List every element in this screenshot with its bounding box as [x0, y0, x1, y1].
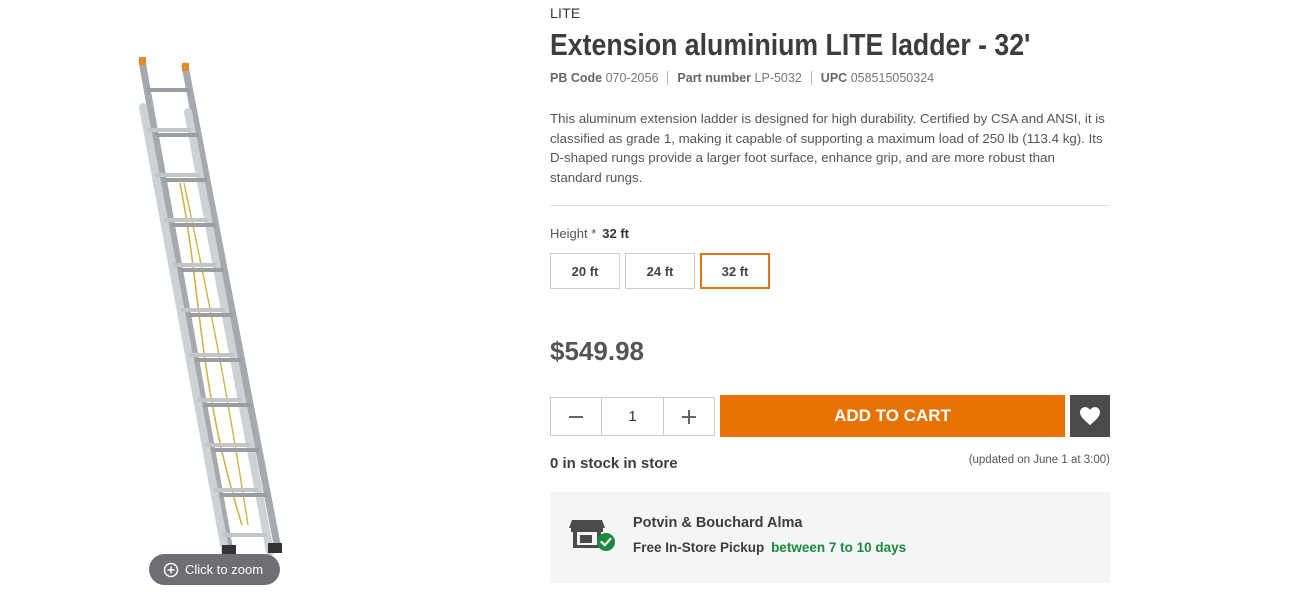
brand-name: LITE [550, 5, 581, 21]
zoom-label: Click to zoom [185, 562, 264, 577]
size-option-32ft[interactable]: 32 ft [700, 253, 770, 289]
decrease-quantity-button[interactable] [551, 398, 601, 435]
height-option-label: Height * 32 ft [550, 226, 629, 241]
product-title: Extension aluminium LITE ladder - 32' [550, 27, 1031, 62]
stock-status: 0 in stock in store [550, 455, 678, 472]
upc: UPC 058515050324 [810, 71, 943, 85]
check-badge-icon [597, 533, 615, 551]
upc-value: 058515050324 [850, 71, 935, 85]
pickup-info: Free In-Store Pickup between 7 to 10 day… [633, 540, 906, 555]
zoom-in-icon [163, 562, 179, 577]
store-icon [569, 520, 615, 551]
add-to-cart-button[interactable]: ADD TO CART [720, 395, 1065, 437]
divider [550, 205, 1110, 206]
pb-code: PB Code 070-2056 [550, 71, 667, 85]
product-description: This aluminum extension ladder is design… [550, 111, 1105, 185]
plus-icon [682, 409, 696, 424]
increase-quantity-button[interactable] [664, 398, 714, 435]
pb-code-label: PB Code [550, 71, 603, 85]
pickup-delay: between 7 to 10 days [771, 540, 907, 555]
part-number: Part number LP-5032 [667, 71, 810, 85]
store-name: Potvin & Bouchard Alma [633, 515, 803, 531]
height-label-text: Height * [550, 226, 597, 241]
height-selected-value: 32 ft [602, 226, 629, 241]
quantity-stepper [550, 397, 715, 436]
part-number-value: LP-5032 [754, 71, 802, 85]
stock-updated-time: (updated on June 1 at 3:00) [968, 454, 1110, 466]
pb-code-value: 070-2056 [605, 71, 659, 85]
pickup-method: Free In-Store Pickup [633, 540, 765, 555]
product-codes: PB Code 070-2056 Part number LP-5032 UPC… [550, 71, 943, 85]
minus-icon [569, 415, 583, 418]
add-to-wishlist-button[interactable] [1070, 395, 1110, 437]
size-option-24ft[interactable]: 24 ft [625, 253, 695, 289]
heart-icon [1080, 407, 1100, 426]
product-price: $549.98 [550, 336, 644, 366]
click-to-zoom-button[interactable]: Click to zoom [149, 554, 280, 585]
quantity-input[interactable] [601, 398, 664, 435]
product-image[interactable] [130, 55, 300, 560]
ladder-image [138, 57, 282, 559]
upc-label: UPC [820, 71, 848, 85]
part-number-label: Part number [677, 71, 752, 85]
pickup-panel: Potvin & Bouchard Alma Free In-Store Pic… [550, 492, 1110, 583]
size-option-20ft[interactable]: 20 ft [550, 253, 620, 289]
